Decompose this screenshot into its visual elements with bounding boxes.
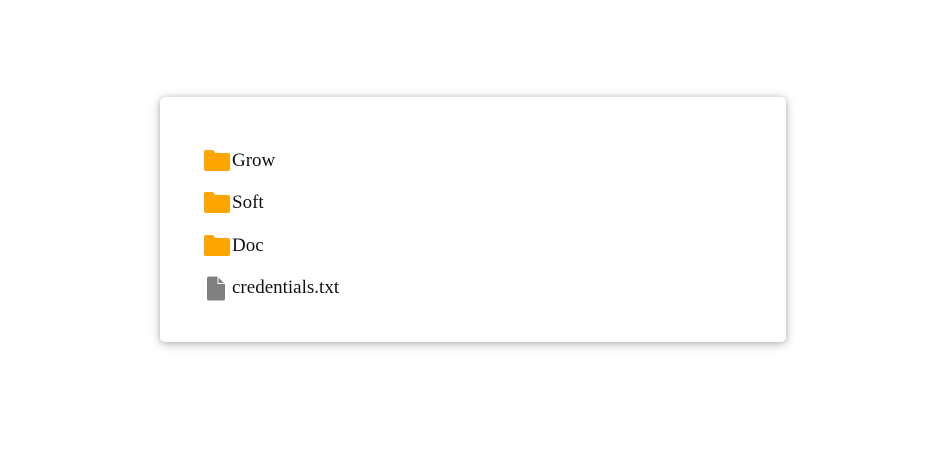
- folder-name: Grow: [232, 149, 276, 171]
- folder-name: Soft: [232, 192, 264, 214]
- file-list: Grow Soft Doc credentials.txt: [204, 139, 339, 309]
- file-browser-panel: Grow Soft Doc credentials.txt: [160, 97, 786, 342]
- folder-icon: [204, 189, 232, 217]
- folder-item-doc[interactable]: Doc: [204, 224, 339, 267]
- file-item-credentials[interactable]: credentials.txt: [204, 267, 339, 310]
- folder-icon: [204, 231, 232, 259]
- folder-icon: [204, 146, 232, 174]
- folder-item-grow[interactable]: Grow: [204, 139, 339, 182]
- file-icon: [204, 274, 232, 302]
- file-name: credentials.txt: [232, 277, 340, 299]
- folder-item-soft[interactable]: Soft: [204, 182, 339, 225]
- folder-name: Doc: [232, 234, 264, 256]
